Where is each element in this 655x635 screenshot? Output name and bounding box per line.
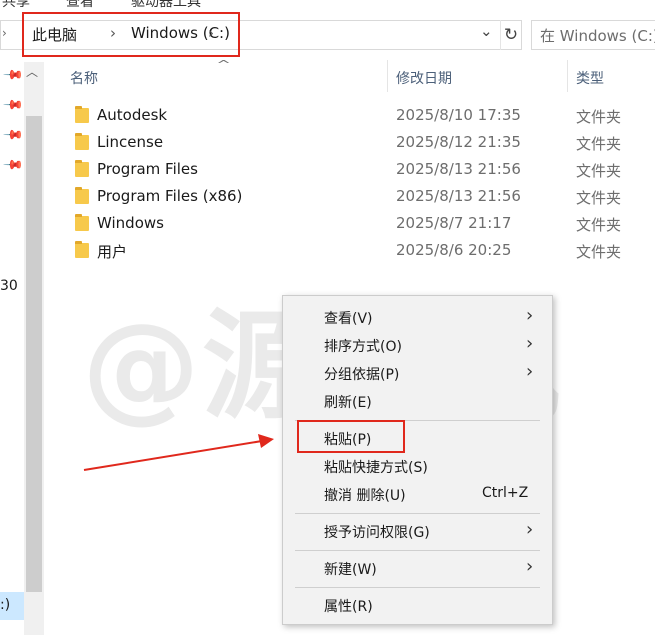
file-date: 2025/8/10 17:35 bbox=[396, 106, 521, 124]
chevron-right-icon: › bbox=[526, 556, 534, 577]
menu-item-label: 授予访问权限(G) bbox=[324, 525, 430, 541]
file-type: 文件夹 bbox=[576, 243, 622, 261]
chevron-left-icon[interactable]: › bbox=[2, 26, 7, 40]
ribbon-tab-drive-tools[interactable]: 驱动器工具 bbox=[131, 0, 201, 11]
context-menu: 查看(V) › 排序方式(O) › 分组依据(P) › 刷新(E) 粘贴(P) … bbox=[282, 295, 553, 625]
nav-item-fragment[interactable]: :) bbox=[0, 597, 10, 613]
paste-highlight-box bbox=[297, 420, 405, 453]
chevron-right-icon: › bbox=[526, 519, 534, 540]
menu-item-label: 分组依据(P) bbox=[324, 367, 400, 383]
file-date: 2025/8/7 21:17 bbox=[396, 214, 512, 232]
file-date: 2025/8/12 21:35 bbox=[396, 133, 521, 151]
menu-item-paste-shortcut[interactable]: 粘贴快捷方式(S) bbox=[283, 454, 552, 480]
file-row[interactable]: Windows 2025/8/7 21:17 文件夹 bbox=[60, 210, 655, 237]
menu-item-label: 撤消 删除(U) bbox=[324, 488, 406, 504]
file-name: 用户 bbox=[97, 243, 128, 261]
folder-icon bbox=[75, 214, 89, 231]
column-header-date[interactable]: 修改日期 bbox=[396, 68, 452, 88]
file-type: 文件夹 bbox=[576, 108, 622, 126]
menu-separator bbox=[295, 513, 540, 514]
file-name: Program Files bbox=[97, 160, 198, 178]
folder-icon bbox=[75, 241, 89, 258]
menu-item-label: 属性(R) bbox=[324, 599, 373, 615]
menu-item-group[interactable]: 分组依据(P) › bbox=[283, 361, 552, 387]
menu-separator bbox=[295, 587, 540, 588]
folder-icon bbox=[75, 160, 89, 177]
folder-icon bbox=[75, 106, 89, 123]
column-divider[interactable] bbox=[567, 60, 568, 92]
menu-separator bbox=[295, 550, 540, 551]
folder-icon bbox=[75, 187, 89, 204]
column-header-name[interactable]: 名称 bbox=[70, 68, 98, 88]
menu-item-label: 粘贴快捷方式(S) bbox=[324, 460, 428, 476]
nav-scrollbar-thumb[interactable] bbox=[26, 116, 42, 592]
file-type: 文件夹 bbox=[576, 162, 622, 180]
menu-item-undo-delete[interactable]: 撤消 删除(U) Ctrl+Z bbox=[283, 482, 552, 508]
chevron-down-icon[interactable]: ⌄ bbox=[480, 22, 493, 40]
file-name: Program Files (x86) bbox=[97, 187, 243, 205]
refresh-icon[interactable]: ↻ bbox=[500, 20, 521, 50]
file-row[interactable]: Program Files 2025/8/13 21:56 文件夹 bbox=[60, 156, 655, 183]
file-date: 2025/8/13 21:56 bbox=[396, 187, 521, 205]
file-type: 文件夹 bbox=[576, 135, 622, 153]
folder-icon bbox=[75, 133, 89, 150]
sort-arrow-icon: ^ bbox=[216, 58, 231, 71]
nav-item-fragment[interactable]: 30 bbox=[0, 278, 18, 294]
menu-item-label: 刷新(E) bbox=[324, 395, 372, 411]
chevron-right-icon: › bbox=[526, 361, 534, 382]
file-type: 文件夹 bbox=[576, 189, 622, 207]
file-name: Windows bbox=[97, 214, 164, 232]
menu-item-sort[interactable]: 排序方式(O) › bbox=[283, 333, 552, 359]
menu-item-label: 查看(V) bbox=[324, 311, 373, 327]
address-highlight-box bbox=[22, 12, 240, 57]
chevron-right-icon: › bbox=[526, 305, 534, 326]
menu-item-label: 排序方式(O) bbox=[324, 339, 402, 355]
menu-item-new[interactable]: 新建(W) › bbox=[283, 556, 552, 582]
menu-item-properties[interactable]: 属性(R) bbox=[283, 593, 552, 619]
chevron-right-icon: › bbox=[526, 333, 534, 354]
search-placeholder: 在 Windows (C:) bbox=[540, 27, 655, 45]
ribbon-tab-share[interactable]: 共享 bbox=[2, 0, 30, 11]
file-date: 2025/8/6 20:25 bbox=[396, 241, 512, 259]
file-type: 文件夹 bbox=[576, 216, 622, 234]
column-divider[interactable] bbox=[387, 60, 388, 92]
file-name: Autodesk bbox=[97, 106, 168, 124]
red-arrow-annotation bbox=[83, 434, 274, 471]
ribbon-tab-view[interactable]: 查看 bbox=[66, 0, 94, 11]
file-row[interactable]: 用户 2025/8/6 20:25 文件夹 bbox=[60, 237, 655, 264]
scroll-up-icon[interactable]: ︿ bbox=[26, 63, 38, 80]
file-row[interactable]: Autodesk 2025/8/10 17:35 文件夹 bbox=[60, 102, 655, 129]
file-date: 2025/8/13 21:56 bbox=[396, 160, 521, 178]
menu-item-shortcut: Ctrl+Z bbox=[482, 485, 529, 501]
menu-item-refresh[interactable]: 刷新(E) bbox=[283, 389, 552, 415]
menu-item-grant-access[interactable]: 授予访问权限(G) › bbox=[283, 519, 552, 545]
menu-item-label: 新建(W) bbox=[324, 562, 377, 578]
file-row[interactable]: Program Files (x86) 2025/8/13 21:56 文件夹 bbox=[60, 183, 655, 210]
file-name: Lincense bbox=[97, 133, 164, 151]
column-header-type[interactable]: 类型 bbox=[576, 68, 604, 88]
menu-item-view[interactable]: 查看(V) › bbox=[283, 305, 552, 331]
file-row[interactable]: Lincense 2025/8/12 21:35 文件夹 bbox=[60, 129, 655, 156]
